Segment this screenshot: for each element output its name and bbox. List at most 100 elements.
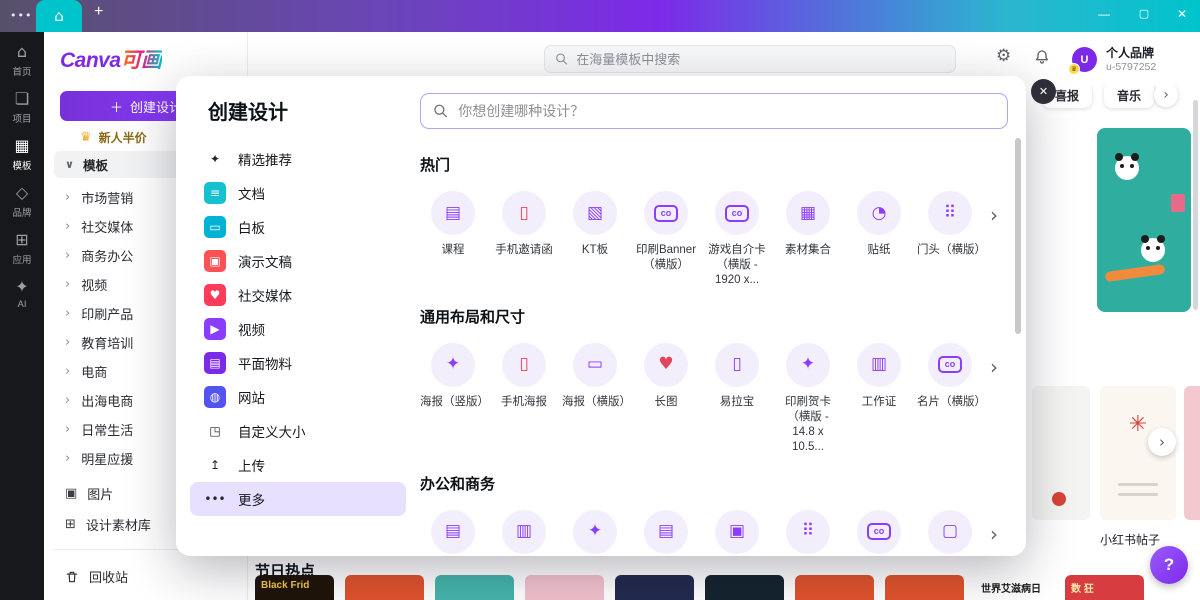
logo-text-primary: Canva bbox=[60, 49, 121, 72]
cards-scroll-right-button[interactable]: › bbox=[1148, 428, 1176, 456]
design-type-item[interactable]: ▧ KT板 bbox=[562, 191, 628, 288]
panda-template-card[interactable] bbox=[1097, 128, 1191, 312]
design-type-tile: ▤ bbox=[644, 510, 688, 554]
design-type-item[interactable]: ▤ 工作表（竖版） bbox=[633, 510, 699, 556]
modal-search[interactable] bbox=[420, 93, 1008, 129]
design-type-tile: ⠿ bbox=[786, 510, 830, 554]
settings-gear-icon[interactable]: ⚙ bbox=[996, 48, 1011, 65]
modal-menu-item[interactable]: ▣ 演示文稿 bbox=[190, 244, 406, 278]
browser-menu-icon[interactable]: ••• bbox=[10, 10, 32, 21]
template-thumbnail[interactable]: 世界艾滋病日 bbox=[975, 575, 1054, 600]
rail-item-label: AI bbox=[18, 299, 27, 310]
sidebar-category-label: 电商 bbox=[81, 362, 107, 381]
rail-item[interactable]: ⌂ 首页 bbox=[0, 44, 44, 78]
design-type-item[interactable]: ▤ 提案书 bbox=[420, 510, 486, 556]
sidebar-trash[interactable]: 回收站 bbox=[65, 567, 128, 586]
design-type-tile: ⠿ bbox=[928, 191, 972, 235]
modal-menu-item[interactable]: ✦ 精选推荐 bbox=[190, 142, 406, 176]
maximize-button[interactable]: ▢ bbox=[1134, 7, 1154, 20]
template-card[interactable] bbox=[1184, 386, 1200, 520]
page-scrollbar[interactable] bbox=[1193, 100, 1198, 310]
design-type-item[interactable]: ✦ 印刷贺卡（横版 - 14.8 x 10.5... bbox=[775, 343, 841, 455]
template-category-label[interactable]: 小红书帖子 bbox=[1100, 531, 1160, 548]
design-type-label: 贴纸 bbox=[868, 243, 891, 273]
template-thumbnail[interactable]: 数 狂 bbox=[1065, 575, 1144, 600]
modal-menu-item[interactable]: ♥ 社交媒体 bbox=[190, 278, 406, 312]
global-search[interactable] bbox=[544, 45, 956, 73]
modal-menu-item[interactable]: ▶ 视频 bbox=[190, 312, 406, 346]
rail-item[interactable]: ❏ 项目 bbox=[0, 91, 44, 125]
design-type-item[interactable]: co 游戏自介卡（横版 - 1920 x... bbox=[704, 191, 770, 288]
design-type-item[interactable]: ◔ 贴纸 bbox=[846, 191, 912, 288]
template-thumbnail[interactable] bbox=[705, 575, 784, 600]
modal-scrollbar[interactable] bbox=[1015, 138, 1021, 334]
profile-info[interactable]: 个人品牌 u-5797252 bbox=[1106, 46, 1156, 74]
minimize-button[interactable]: — bbox=[1094, 7, 1114, 21]
design-type-item[interactable]: ▦ 素材集合 bbox=[775, 191, 841, 288]
template-thumbnail[interactable] bbox=[525, 575, 604, 600]
template-thumbnail[interactable] bbox=[615, 575, 694, 600]
design-type-item[interactable]: ▣ 证件照（竖版 - 25 x 35毫米） bbox=[704, 510, 770, 556]
design-type-item[interactable]: ▯ 手机邀请函 bbox=[491, 191, 557, 288]
design-type-item[interactable]: ▭ 海报（横版） bbox=[562, 343, 628, 455]
global-search-input[interactable] bbox=[576, 52, 945, 67]
pills-scroll-right-button[interactable]: › bbox=[1154, 83, 1178, 107]
design-type-icon: co bbox=[725, 205, 749, 222]
browser-tab-home[interactable]: ⌂ bbox=[36, 0, 82, 32]
trash-label: 回收站 bbox=[89, 567, 128, 586]
user-avatar[interactable]: U ♛ bbox=[1072, 47, 1097, 72]
row-scroll-right-button[interactable]: › bbox=[990, 355, 998, 379]
design-type-icon: co bbox=[867, 523, 891, 540]
design-type-item[interactable]: ▢ 圆角名片 bbox=[917, 510, 983, 556]
design-type-item[interactable]: co 名片（竖版） bbox=[846, 510, 912, 556]
design-type-item[interactable]: ▤ 课程 bbox=[420, 191, 486, 288]
promo-banner[interactable]: ♛ 新人半价 bbox=[80, 129, 147, 146]
design-type-item[interactable]: ♥ 长图 bbox=[633, 343, 699, 455]
template-thumbnail[interactable] bbox=[795, 575, 874, 600]
menu-item-label: 更多 bbox=[238, 489, 265, 509]
rail-item[interactable]: ✦ AI bbox=[0, 279, 44, 310]
close-window-button[interactable]: ✕ bbox=[1172, 7, 1192, 21]
sidebar-category-label: 市场营销 bbox=[81, 188, 133, 207]
design-type-item[interactable]: ⠿ 会议牌 bbox=[775, 510, 841, 556]
modal-menu: ✦ 精选推荐 ≡ 文档 ▭ 白板 ▣ 演示文稿 bbox=[190, 142, 406, 516]
modal-menu-item[interactable]: ↥ 上传 bbox=[190, 448, 406, 482]
canva-app-window: ••• ⌂ + — ▢ ✕ ⌂ 首页 ❏ 项目 ▦ 模板 ◇ bbox=[0, 0, 1200, 600]
template-thumbnail[interactable] bbox=[885, 575, 964, 600]
design-type-icon: ▯ bbox=[732, 356, 741, 373]
modal-menu-item[interactable]: ▤ 平面物料 bbox=[190, 346, 406, 380]
help-button[interactable]: ? bbox=[1150, 546, 1188, 584]
design-type-icon: ▧ bbox=[587, 205, 603, 222]
design-type-label: 印刷Banner（横版） bbox=[633, 243, 699, 273]
modal-menu-item[interactable]: ◍ 网站 bbox=[190, 380, 406, 414]
design-type-item[interactable]: ⠿ 门头（横版） bbox=[917, 191, 983, 288]
template-thumbnail[interactable]: Black Frid bbox=[255, 575, 334, 600]
rail-item[interactable]: ◇ 品牌 bbox=[0, 185, 44, 219]
design-type-item[interactable]: co 名片（横版） bbox=[917, 343, 983, 455]
modal-menu-item[interactable]: ••• 更多 bbox=[190, 482, 406, 516]
sidebar-category-label: 出海电商 bbox=[81, 391, 133, 410]
row-scroll-right-button[interactable]: › bbox=[990, 203, 998, 227]
modal-search-input[interactable] bbox=[458, 103, 995, 119]
row-scroll-right-button[interactable]: › bbox=[990, 522, 998, 546]
design-type-item[interactable]: ▯ 易拉宝 bbox=[704, 343, 770, 455]
design-type-item[interactable]: ▯ 手机海报 bbox=[491, 343, 557, 455]
design-type-item[interactable]: ✦ 授权书（横版） bbox=[562, 510, 628, 556]
design-type-item[interactable]: ▥ 工作证 bbox=[846, 343, 912, 455]
modal-close-button[interactable]: ✕ bbox=[1031, 79, 1056, 104]
new-tab-button[interactable]: + bbox=[94, 3, 103, 21]
modal-menu-item[interactable]: ≡ 文档 bbox=[190, 176, 406, 210]
design-type-item[interactable]: ✦ 海报（竖版） bbox=[420, 343, 486, 455]
notifications-bell-icon[interactable] bbox=[1034, 49, 1050, 70]
template-thumbnail[interactable] bbox=[435, 575, 514, 600]
template-card[interactable] bbox=[1032, 386, 1090, 520]
menu-item-label: 演示文稿 bbox=[238, 251, 292, 271]
design-type-item[interactable]: co 印刷Banner（横版） bbox=[633, 191, 699, 288]
menu-item-label: 文档 bbox=[238, 183, 265, 203]
modal-menu-item[interactable]: ▭ 白板 bbox=[190, 210, 406, 244]
modal-menu-item[interactable]: ◳ 自定义大小 bbox=[190, 414, 406, 448]
template-thumbnail[interactable] bbox=[345, 575, 424, 600]
design-type-item[interactable]: ▥ 工作证 bbox=[491, 510, 557, 556]
rail-item[interactable]: ▦ 模板 bbox=[0, 138, 44, 172]
rail-item[interactable]: ⊞ 应用 bbox=[0, 232, 44, 266]
